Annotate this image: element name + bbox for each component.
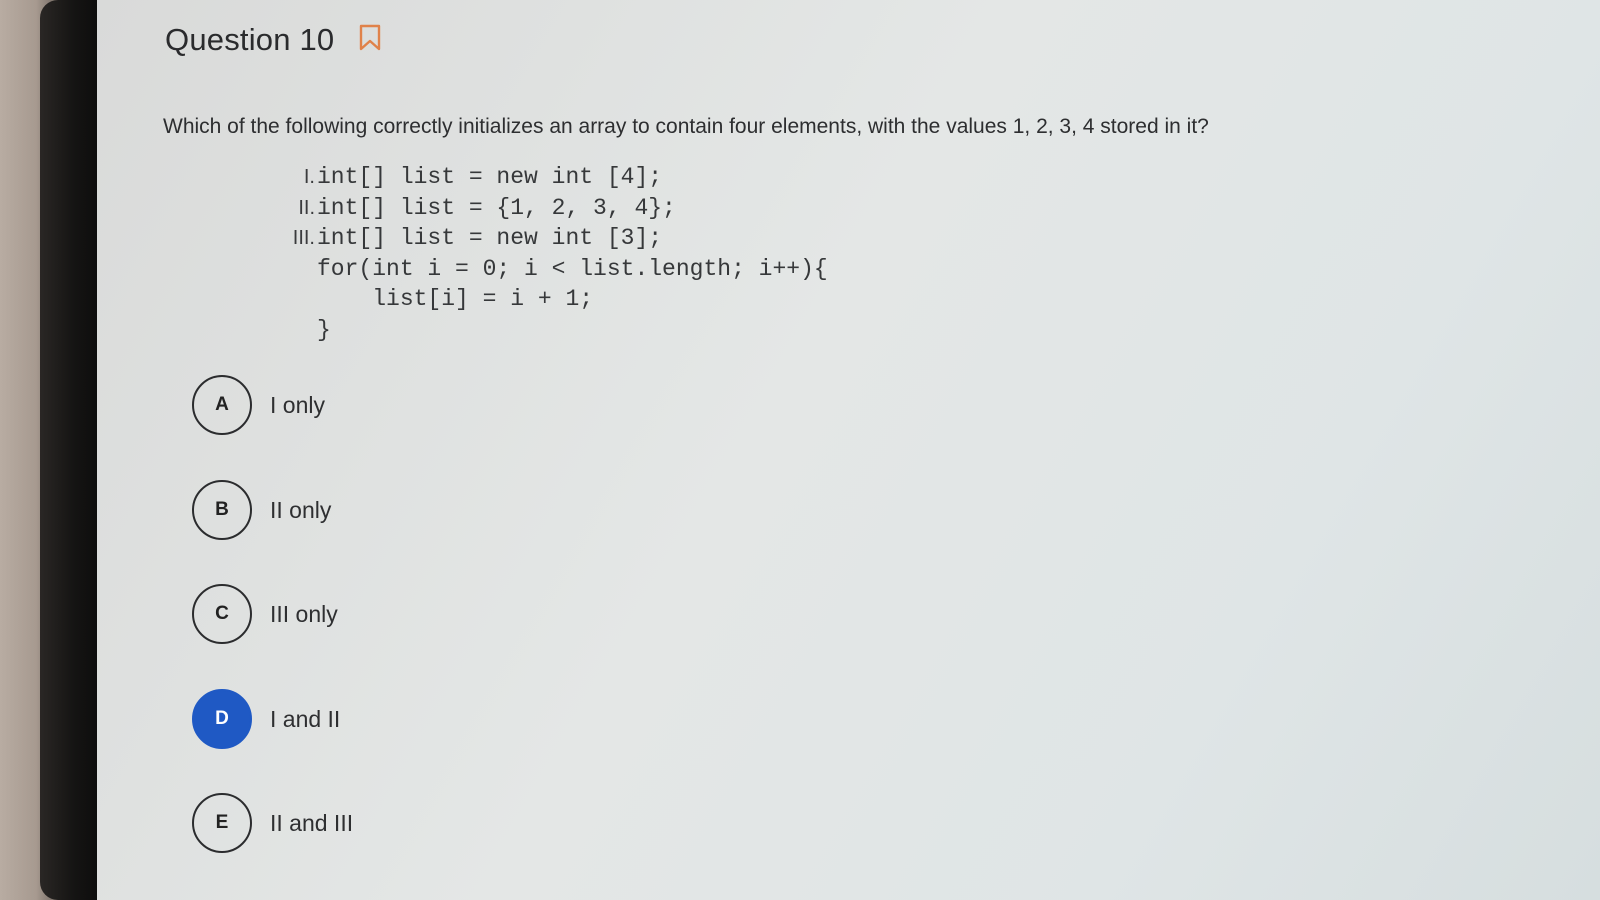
choice-d-label: I and II [270,705,341,732]
choice-b-label: II only [270,496,332,523]
choice-c[interactable]: C III only [192,581,592,647]
choice-d-bubble[interactable]: D [192,689,252,749]
question-title: Question 10 [165,22,335,57]
code-block: I.int[] list = new int [4]; II.int[] lis… [285,162,828,345]
code-text: int[] list = new int [4]; [317,164,663,190]
choice-c-label: III only [270,600,338,627]
code-line: list[i] = i + 1; [285,284,828,315]
choice-a-label: I only [270,391,325,418]
choice-c-bubble[interactable]: C [192,584,252,644]
choice-b[interactable]: B II only [192,477,592,543]
code-line: III.int[] list = new int [3]; [285,223,828,254]
quiz-screen: Question 10 Which of the following corre… [97,0,1600,900]
roman-numeral: I. [303,166,315,188]
code-text: list[i] = i + 1; [317,286,594,312]
code-text: int[] list = new int [3]; [317,225,663,251]
code-text: } [317,316,331,343]
roman-numeral: III. [292,227,315,249]
code-line: I.int[] list = new int [4]; [285,162,828,193]
code-line: for(int i = 0; i < list.length; i++){ [285,254,828,285]
code-line: II.int[] list = {1, 2, 3, 4}; [285,193,828,224]
code-text: for(int i = 0; i < list.length; i++){ [317,255,828,282]
choice-d[interactable]: D I and II [192,686,592,752]
choice-a[interactable]: A I only [192,372,592,438]
question-prompt: Which of the following correctly initial… [163,115,1209,138]
code-line: } [285,315,828,346]
choice-e[interactable]: E II and III [192,790,592,856]
code-text: int[] list = {1, 2, 3, 4}; [317,194,676,221]
device-bezel [40,0,102,900]
choice-e-label: II and III [270,809,354,836]
choice-b-bubble[interactable]: B [192,480,252,540]
choice-a-bubble[interactable]: A [192,375,252,435]
bookmark-icon[interactable] [359,24,381,52]
roman-numeral: II. [298,196,315,219]
choice-e-bubble[interactable]: E [192,793,252,853]
